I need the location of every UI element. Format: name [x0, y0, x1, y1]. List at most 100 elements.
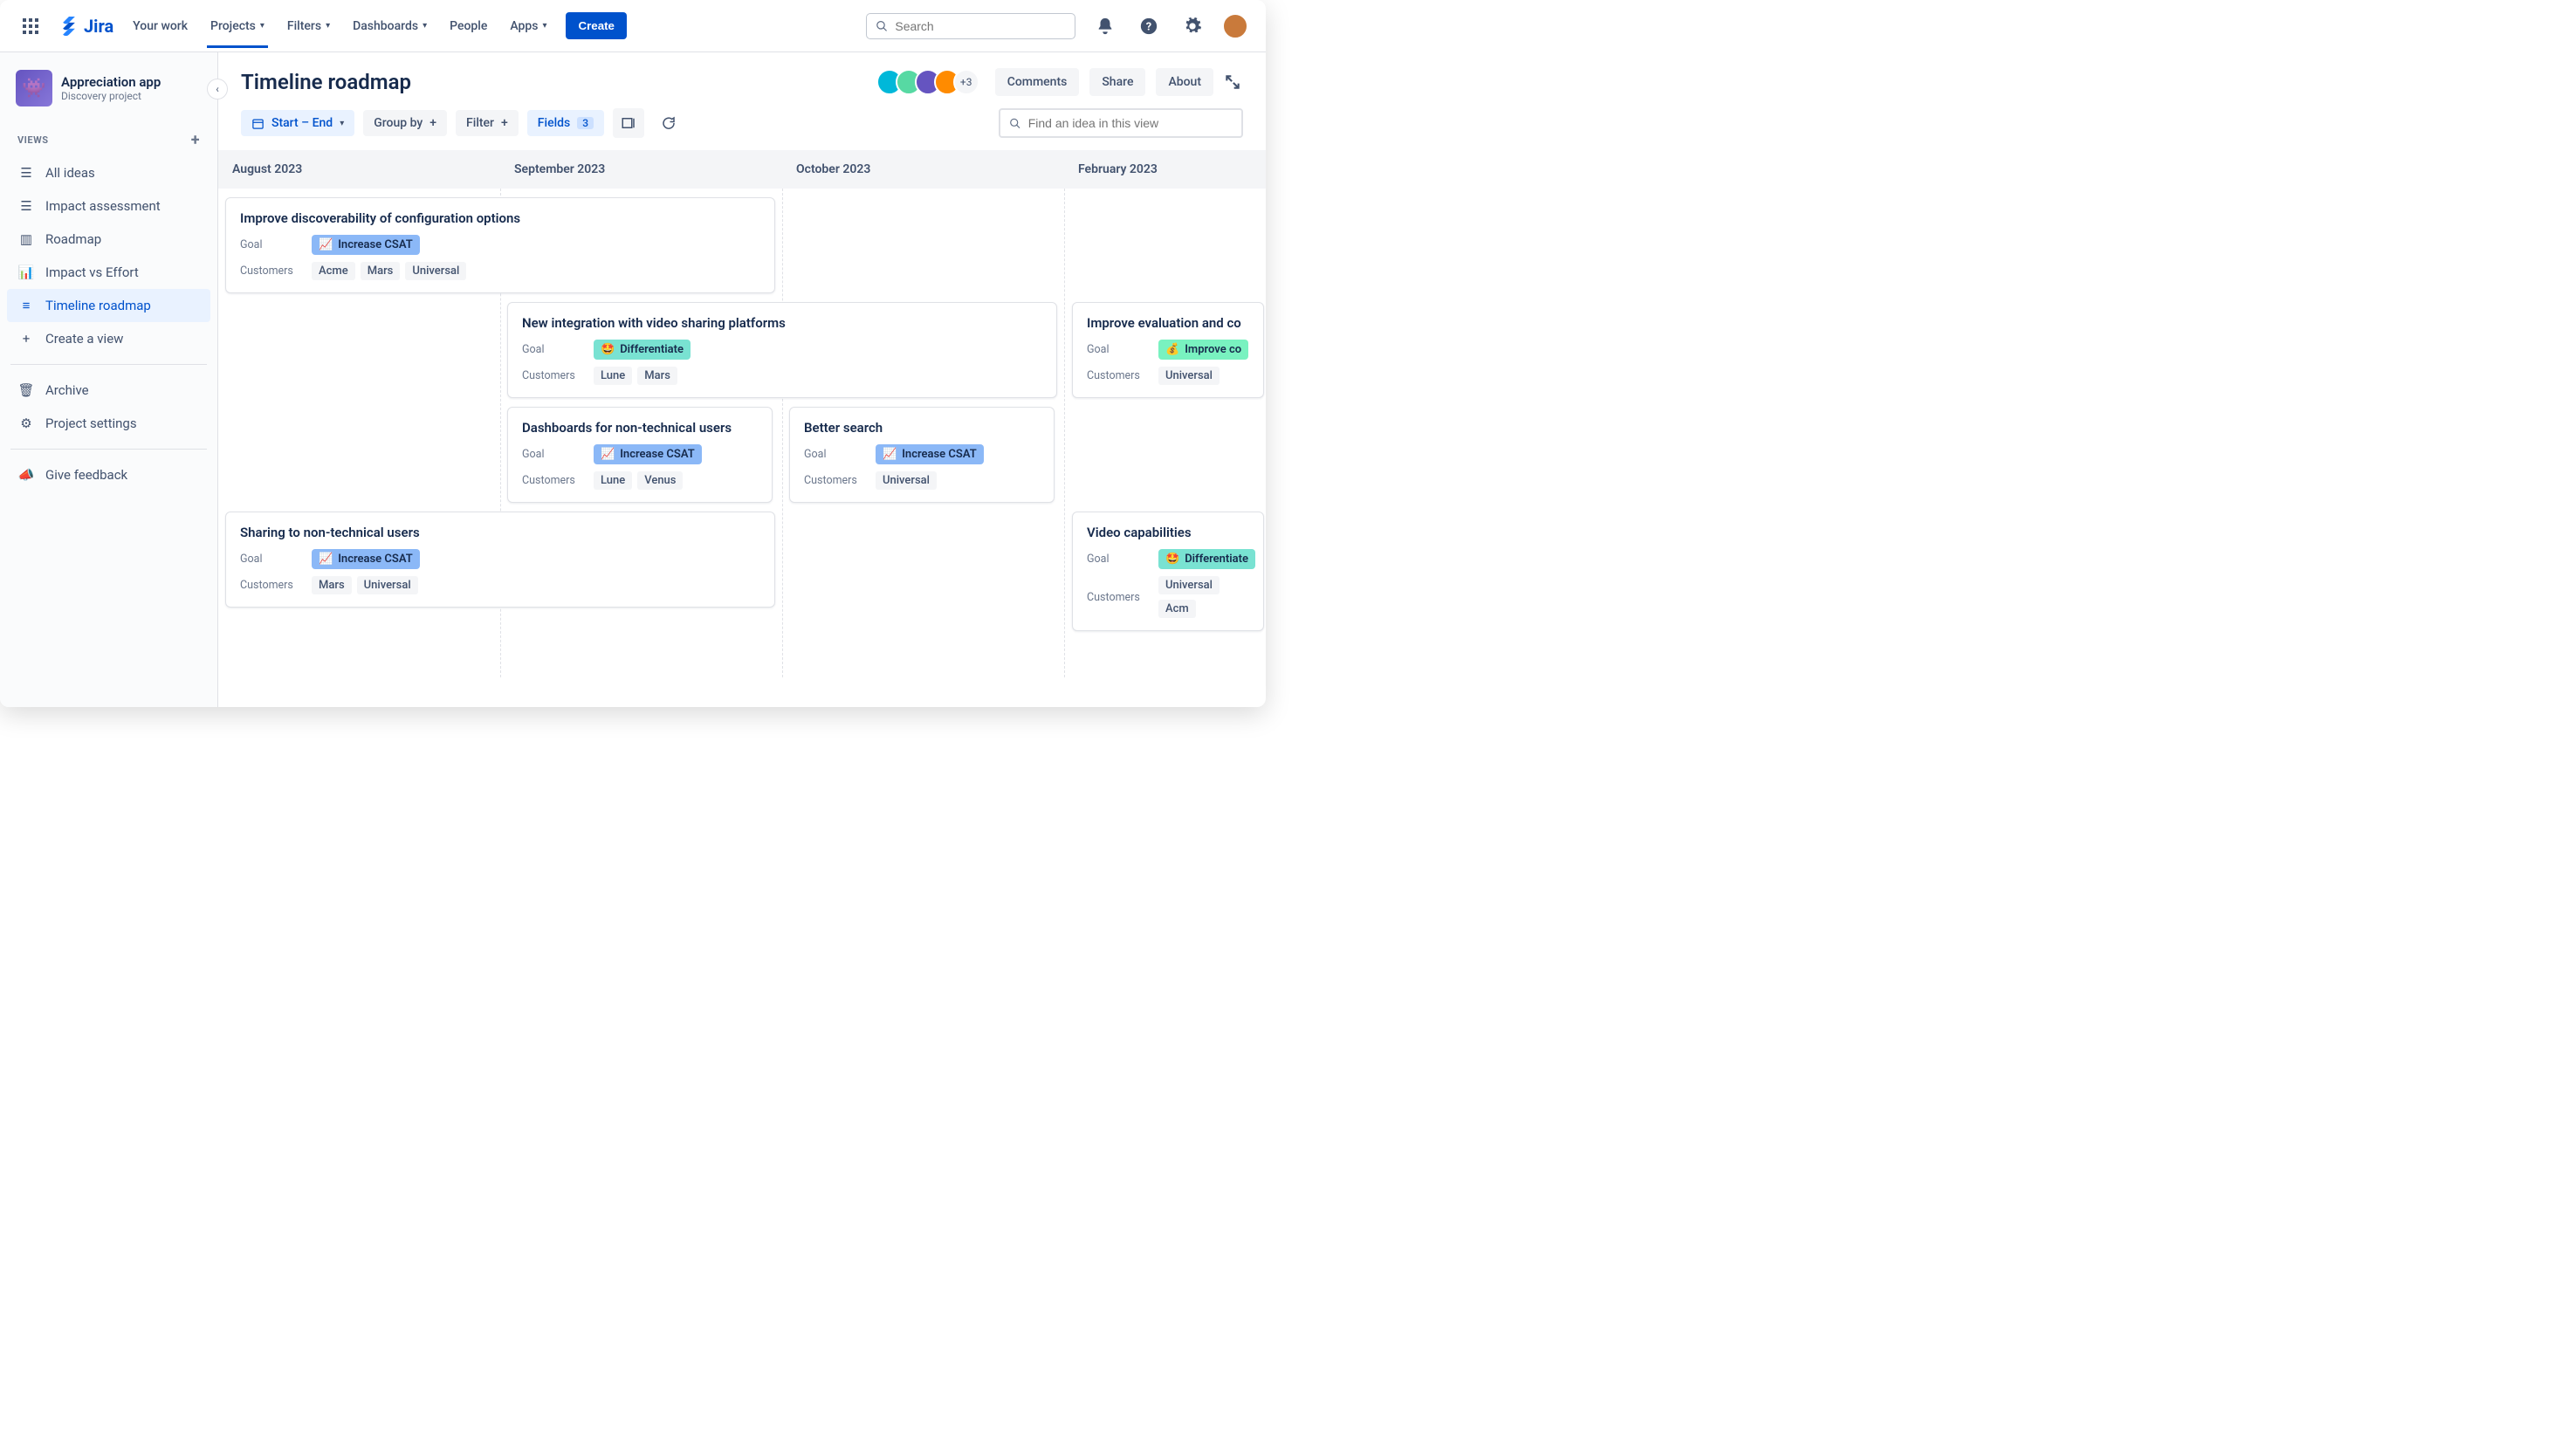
project-subtitle: Discovery project [61, 90, 161, 102]
filter-chip[interactable]: Filter+ [456, 110, 519, 136]
field-label-goal: Goal [240, 553, 303, 566]
idea-card[interactable]: Improve discoverability of configuration… [225, 197, 775, 293]
field-label-customers: Customers [522, 474, 585, 487]
customer-chip: Mars [361, 262, 401, 280]
timeline-icon: ≡ [17, 298, 35, 313]
create-button[interactable]: Create [566, 12, 627, 39]
goal-chip: 📈Increase CSAT [312, 235, 420, 255]
jira-logo[interactable]: Jira [59, 16, 113, 37]
sidebar-item-archive[interactable]: 🗑Archive [7, 374, 210, 407]
collaborator-avatars[interactable]: +3 [883, 69, 979, 95]
nav-dashboards[interactable]: Dashboards▾ [349, 14, 430, 38]
project-header[interactable]: 👾 Appreciation app Discovery project [7, 66, 210, 122]
idea-card[interactable]: Sharing to non-technical users Goal 📈Inc… [225, 512, 775, 608]
idea-card[interactable]: Video capabilities Goal 🤩Differentiate C… [1072, 512, 1264, 631]
find-idea-search[interactable] [999, 108, 1243, 138]
svg-text:?: ? [1146, 20, 1151, 33]
search-input[interactable] [895, 19, 1066, 33]
chevron-down-icon: ▾ [340, 119, 344, 128]
sidebar-item-feedback[interactable]: 📣 Give feedback [7, 458, 210, 491]
customer-chip: Universal [876, 471, 937, 490]
notifications-icon[interactable] [1091, 12, 1119, 40]
sidebar-item-roadmap[interactable]: ▥ Roadmap [7, 223, 210, 256]
goal-chip: 📈Increase CSAT [876, 444, 984, 464]
sidebar-item-impact-vs-effort[interactable]: 📊Impact vs Effort [7, 256, 210, 289]
sidebar-item-label: Give feedback [45, 467, 127, 483]
idea-card[interactable]: Better search Goal 📈Increase CSAT Custom… [789, 407, 1055, 503]
sidebar-item-create-view[interactable]: + Create a view [7, 322, 210, 355]
customer-chip: Universal [1158, 576, 1220, 594]
page-title: Timeline roadmap [241, 70, 411, 94]
idea-title: Improve discoverability of configuration… [240, 210, 760, 226]
more-avatars-badge[interactable]: +3 [953, 69, 979, 95]
megaphone-icon: 📣 [17, 467, 35, 483]
month-column: October 2023 [782, 150, 1064, 189]
field-label-customers: Customers [1087, 369, 1150, 382]
nav-apps[interactable]: Apps▾ [506, 14, 550, 38]
chevron-down-icon: ▾ [542, 21, 546, 31]
customer-chip: Mars [637, 367, 677, 385]
nav-your-work[interactable]: Your work [129, 14, 191, 38]
sidebar-item-impact-assessment[interactable]: ☰Impact assessment [7, 189, 210, 223]
group-by-chip[interactable]: Group by+ [363, 110, 447, 136]
settings-icon[interactable] [1178, 12, 1206, 40]
field-label-goal: Goal [804, 448, 867, 461]
layout-settings-icon[interactable] [613, 108, 644, 138]
idea-card[interactable]: New integration with video sharing platf… [507, 302, 1057, 398]
comments-button[interactable]: Comments [995, 68, 1080, 96]
idea-title: Dashboards for non-technical users [522, 420, 758, 436]
about-button[interactable]: About [1156, 68, 1213, 96]
search-icon [876, 19, 888, 33]
goal-chip: 🤩Differentiate [1158, 549, 1255, 569]
idea-card[interactable]: Improve evaluation and co Goal 💰Improve … [1072, 302, 1264, 398]
goal-chip: 💰Improve co [1158, 340, 1248, 360]
collapse-sidebar-button[interactable]: ‹ [207, 79, 228, 100]
board-icon: ▥ [17, 231, 35, 247]
fullscreen-icon[interactable] [1222, 73, 1243, 91]
gridline [1064, 189, 1065, 677]
customer-chip: Lune [594, 367, 632, 385]
goal-chip: 📈Increase CSAT [594, 444, 702, 464]
sidebar: ‹ 👾 Appreciation app Discovery project V… [0, 52, 218, 707]
sidebar-item-label: Project settings [45, 416, 137, 431]
timeline[interactable]: August 2023 September 2023 October 2023 … [218, 150, 1266, 707]
field-label-goal: Goal [1087, 343, 1150, 356]
add-view-icon[interactable]: + [191, 131, 200, 149]
global-search[interactable] [866, 13, 1075, 39]
field-label-goal: Goal [1087, 553, 1150, 566]
idea-title: Improve evaluation and co [1087, 315, 1249, 331]
sidebar-item-all-ideas[interactable]: ☰All ideas [7, 156, 210, 189]
refresh-icon[interactable] [653, 108, 684, 138]
trash-icon: 🗑 [17, 382, 35, 398]
sidebar-item-label: Roadmap [45, 231, 101, 247]
month-column: February 2023 [1064, 150, 1266, 189]
date-range-chip[interactable]: Start – End ▾ [241, 110, 354, 136]
timeline-header: August 2023 September 2023 October 2023 … [218, 150, 1266, 189]
field-label-customers: Customers [240, 579, 303, 592]
fields-chip[interactable]: Fields3 [527, 110, 604, 136]
plus-icon: + [17, 331, 35, 347]
help-icon[interactable]: ? [1135, 12, 1163, 40]
field-label-goal: Goal [522, 343, 585, 356]
field-label-goal: Goal [240, 238, 303, 251]
list-icon: ☰ [17, 198, 35, 214]
divider [10, 449, 207, 450]
divider [10, 364, 207, 365]
customer-chip: Universal [405, 262, 466, 280]
views-section-label: VIEWS + [7, 122, 210, 156]
field-label-customers: Customers [804, 474, 867, 487]
share-button[interactable]: Share [1089, 68, 1145, 96]
app-switcher-icon[interactable] [17, 13, 44, 39]
jira-logo-text: Jira [84, 16, 113, 37]
main-content: Timeline roadmap +3 Comments Share About [218, 52, 1266, 707]
nav-projects[interactable]: Projects▾ [207, 4, 268, 48]
nav-filters[interactable]: Filters▾ [284, 14, 333, 38]
sidebar-item-label: Create a view [45, 331, 123, 347]
sidebar-item-project-settings[interactable]: ⚙Project settings [7, 407, 210, 440]
user-avatar[interactable] [1222, 13, 1248, 39]
idea-card[interactable]: Dashboards for non-technical users Goal … [507, 407, 773, 503]
find-input[interactable] [1028, 116, 1233, 130]
sidebar-item-label: Timeline roadmap [45, 298, 151, 313]
nav-people[interactable]: People [446, 14, 491, 38]
sidebar-item-timeline-roadmap[interactable]: ≡ Timeline roadmap [7, 289, 210, 322]
